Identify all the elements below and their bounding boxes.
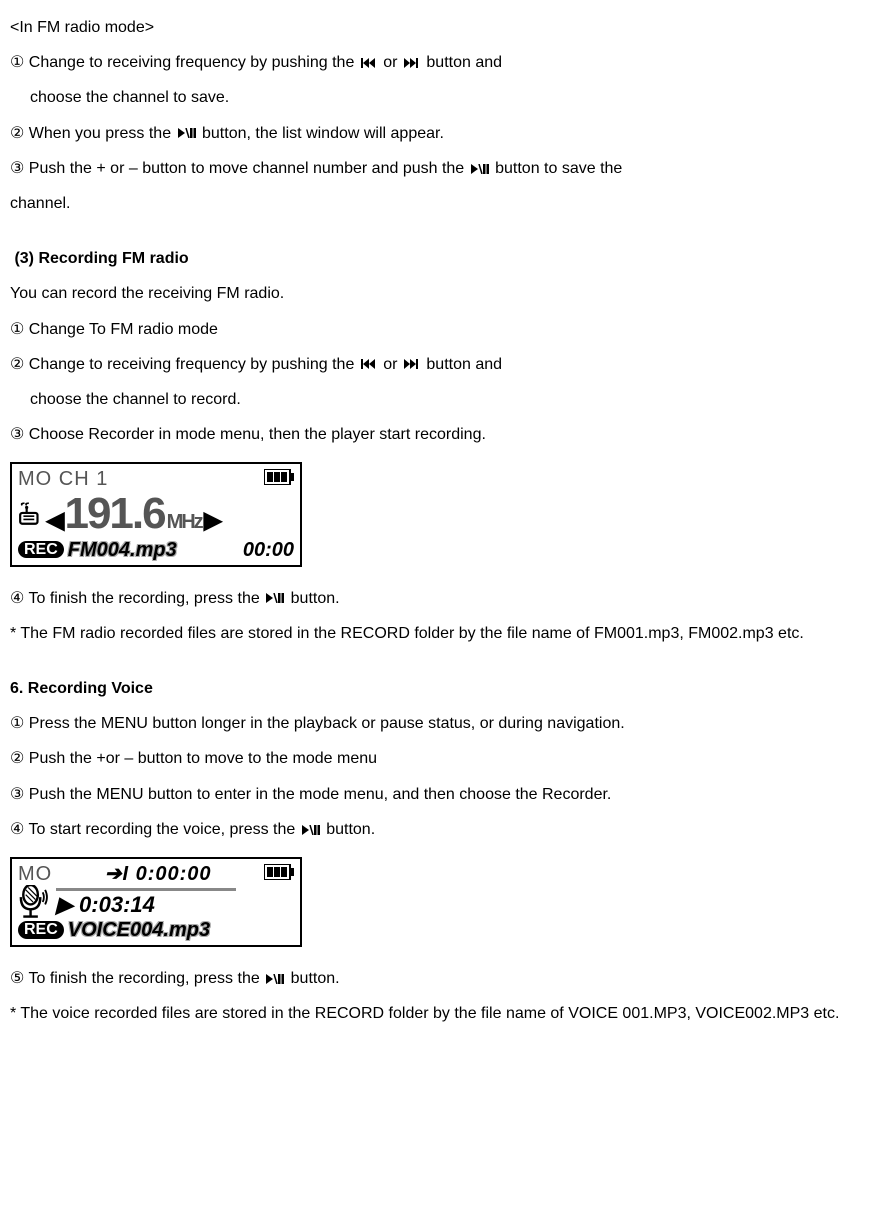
text: ⑤ To finish the recording, press the	[10, 970, 260, 987]
text: ③ Push the + or – button to move channel…	[10, 160, 464, 177]
lcd-frequency: 191.6	[64, 490, 164, 538]
recording-voice-heading: 6. Recording Voice	[10, 671, 867, 706]
play-pause-icon	[176, 125, 198, 142]
antenna-icon	[18, 501, 44, 527]
text: ④ To start recording the voice, press th…	[10, 821, 295, 838]
text: or	[383, 54, 397, 71]
battery-icon	[264, 468, 294, 490]
prev-icon	[359, 54, 379, 71]
play-pause-icon	[264, 970, 286, 987]
play-triangle-icon: ▶	[56, 892, 73, 917]
microphone-icon	[18, 885, 48, 919]
text: or	[383, 356, 397, 373]
text: ④ To finish the recording, press the	[10, 590, 260, 607]
lcd-voice-screen: MO ➔I 0:00:00 ▶ 0:03:14 REC VOICE004.mp3	[10, 857, 302, 947]
play-pause-icon	[264, 590, 286, 607]
text: ② When you press the	[10, 125, 171, 142]
fm-mode-step1: ① Change to receiving frequency by pushi…	[10, 45, 867, 80]
recording-fm-step4: ④ To finish the recording, press the but…	[10, 581, 867, 616]
lcd-total-time: I 0:00:00	[122, 863, 211, 885]
play-pause-icon	[300, 821, 322, 838]
lcd-filename: FM004.mp3	[68, 539, 177, 561]
recording-fm-note: * The FM radio recorded files are stored…	[10, 616, 867, 651]
recording-fm-step3: ③ Choose Recorder in mode menu, then the…	[10, 417, 867, 452]
recording-voice-step2: ② Push the +or – button to move to the m…	[10, 741, 867, 776]
recording-fm-step1: ① Change To FM radio mode	[10, 312, 867, 347]
lcd-fm-screen: MO CH 1 ◀ 191.6 MHz ▶ REC FM004.mp3 00:0…	[10, 462, 302, 566]
fm-mode-step3: ③ Push the + or – button to move channel…	[10, 151, 867, 186]
recording-fm-intro: You can record the receiving FM radio.	[10, 276, 867, 311]
text: button to save the	[495, 160, 622, 177]
lcd-frequency-unit: MHz	[167, 511, 202, 533]
lcd-mode: MO	[18, 863, 52, 885]
fm-mode-step2: ② When you press the button, the list wi…	[10, 116, 867, 151]
recording-voice-step4: ④ To start recording the voice, press th…	[10, 812, 867, 847]
text: button and	[426, 54, 502, 71]
recording-fm-step2-cont: choose the channel to record.	[10, 382, 867, 417]
text: choose the channel to save.	[30, 89, 229, 106]
text: button.	[291, 590, 340, 607]
recording-fm-heading: (3) Recording FM radio	[10, 241, 867, 276]
lcd-time: 00:00	[243, 539, 294, 561]
lcd-mode-channel: MO CH 1	[18, 468, 108, 490]
text: choose the channel to record.	[30, 391, 241, 408]
text: button.	[291, 970, 340, 987]
prev-icon	[359, 356, 379, 373]
recording-voice-note: * The voice recorded files are stored in…	[10, 996, 867, 1031]
recording-voice-step5: ⑤ To finish the recording, press the but…	[10, 961, 867, 996]
arrow-icon: ➔	[105, 863, 123, 885]
fm-mode-heading: <In FM radio mode>	[10, 10, 867, 45]
text: button.	[326, 821, 375, 838]
fm-mode-step3-cont: channel.	[10, 186, 867, 221]
recording-fm-step2: ② Change to receiving frequency by pushi…	[10, 347, 867, 382]
play-pause-icon	[469, 160, 491, 177]
battery-icon	[264, 863, 294, 885]
rec-badge: REC	[18, 541, 64, 559]
recording-voice-step3: ③ Push the MENU button to enter in the m…	[10, 777, 867, 812]
lcd-elapsed-time: 0:03:14	[79, 892, 155, 917]
fm-mode-step1-cont: choose the channel to save.	[10, 80, 867, 115]
lcd-filename: VOICE004.mp3	[68, 919, 210, 941]
rec-badge: REC	[18, 921, 64, 939]
progress-bar	[56, 888, 236, 891]
text: button and	[426, 356, 502, 373]
left-triangle-icon: ◀	[46, 508, 62, 534]
recording-voice-step1: ① Press the MENU button longer in the pl…	[10, 706, 867, 741]
next-icon	[402, 356, 422, 373]
right-triangle-icon: ▶	[204, 508, 220, 534]
text: ① Change to receiving frequency by pushi…	[10, 54, 354, 71]
text: button, the list window will appear.	[202, 125, 444, 142]
next-icon	[402, 54, 422, 71]
text: ② Change to receiving frequency by pushi…	[10, 356, 354, 373]
